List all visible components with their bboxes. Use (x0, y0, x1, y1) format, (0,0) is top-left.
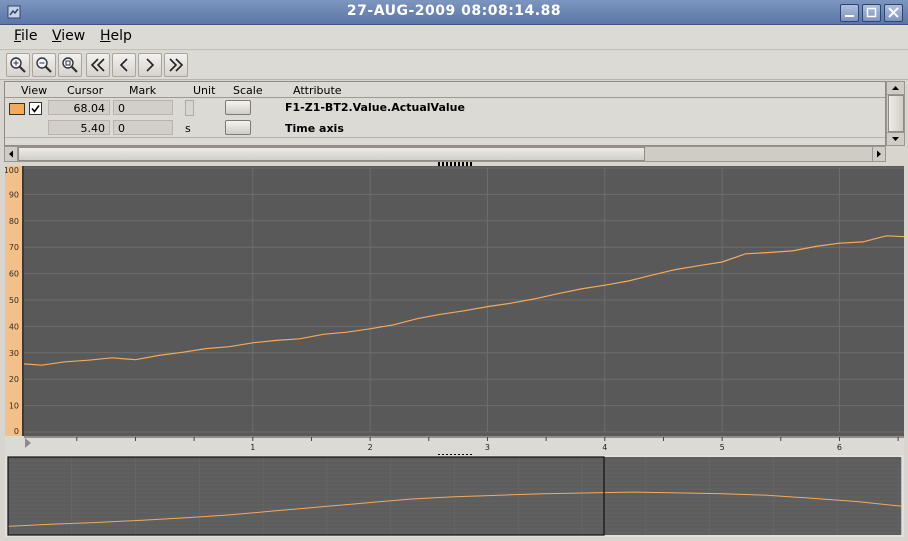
scroll-left-button[interactable] (5, 147, 18, 161)
time-axis-background (5, 436, 904, 454)
arrow-down-icon (892, 137, 899, 141)
y-tick-label: 10 (9, 402, 19, 411)
header-unit: Unit (193, 84, 216, 97)
time-mark-value: 0 (113, 120, 173, 135)
y-tick-label: 80 (9, 217, 19, 226)
time-scale-button[interactable] (225, 120, 251, 135)
y-tick-label: 100 (5, 166, 19, 175)
scroll-thumb[interactable] (888, 95, 904, 132)
first-icon (90, 58, 105, 72)
scroll-down-button[interactable] (887, 132, 904, 145)
series-color-swatch[interactable] (9, 103, 25, 115)
menu-bar: File View Help (0, 25, 908, 50)
y-tick-label: 0 (14, 427, 19, 436)
last-button[interactable] (164, 53, 188, 77)
plot-background (24, 166, 904, 436)
header-mark: Mark (129, 84, 157, 97)
arrow-up-icon (892, 86, 899, 90)
arrow-right-icon (877, 150, 881, 158)
zoom-reset-icon (62, 57, 78, 73)
zoom-out-icon (36, 57, 52, 73)
y-tick-label: 70 (9, 243, 19, 252)
mark-value: 0 (113, 100, 173, 115)
next-button[interactable] (138, 53, 162, 77)
x-tick-label: 4 (602, 443, 607, 452)
y-tick-label: 60 (9, 270, 19, 279)
overview-plot[interactable] (5, 455, 904, 537)
checkmark-icon (31, 105, 40, 113)
y-tick-label: 90 (9, 190, 19, 199)
zoom-out-button[interactable] (32, 53, 56, 77)
unit-field (185, 100, 194, 116)
header-scale: Scale (233, 84, 263, 97)
menu-view[interactable]: View (52, 28, 85, 44)
close-icon (888, 7, 899, 18)
attribute-name: F1-Z1-BT2.Value.ActualValue (285, 101, 465, 114)
close-button[interactable] (884, 4, 903, 22)
first-button[interactable] (86, 53, 110, 77)
menu-file[interactable]: File (14, 28, 37, 44)
view-checkbox[interactable] (29, 102, 42, 115)
cursor-value: 68.04 (48, 100, 110, 115)
y-tick-label: 20 (9, 375, 19, 384)
time-axis: 1 2 3 4 5 6 (5, 436, 904, 454)
minimize-button[interactable] (840, 4, 859, 22)
zoom-in-icon (10, 57, 26, 73)
time-unit: s (185, 122, 191, 135)
attribute-vertical-scrollbar[interactable] (886, 81, 905, 146)
scroll-up-button[interactable] (887, 82, 904, 95)
header-divider (5, 97, 885, 98)
time-axis-label: Time axis (285, 122, 344, 135)
x-tick-label: 1 (250, 443, 255, 452)
previous-icon (119, 58, 128, 72)
menu-help[interactable]: Help (100, 28, 132, 44)
horizontal-scroll-thumb[interactable] (18, 147, 645, 161)
minimize-icon (845, 15, 854, 17)
axis-separator (22, 166, 24, 436)
maximize-button[interactable] (862, 4, 881, 22)
previous-button[interactable] (112, 53, 136, 77)
toolbar (0, 51, 908, 80)
scroll-right-button[interactable] (872, 147, 885, 161)
window-title: 27-AUG-2009 08:08:14.88 (346, 3, 562, 19)
y-tick-label: 50 (9, 296, 19, 305)
x-tick-label: 3 (485, 443, 490, 452)
x-tick-label: 2 (368, 443, 373, 452)
arrow-left-icon (9, 150, 13, 158)
maximize-icon (866, 7, 877, 18)
time-cursor-value: 5.40 (48, 120, 110, 135)
next-icon (146, 58, 155, 72)
x-tick-label: 6 (837, 443, 842, 452)
title-bar: 27-AUG-2009 08:08:14.88 (0, 0, 908, 25)
zoom-reset-button[interactable] (58, 53, 82, 77)
header-view: View (21, 84, 48, 97)
curve-plot[interactable]: 0 10 20 30 40 50 60 70 80 90 100 (5, 166, 904, 436)
row-divider (5, 137, 885, 138)
x-tick-label: 5 (720, 443, 725, 452)
attribute-horizontal-scrollbar[interactable] (4, 146, 886, 162)
y-tick-label: 40 (9, 322, 19, 331)
last-icon (169, 58, 184, 72)
attribute-table: View Cursor Mark Unit Scale Attribute 68… (4, 81, 886, 146)
header-attribute: Attribute (293, 84, 342, 97)
scale-button[interactable] (225, 100, 251, 115)
y-tick-label: 30 (9, 349, 19, 358)
header-cursor: Cursor (67, 84, 104, 97)
zoom-in-button[interactable] (6, 53, 30, 77)
